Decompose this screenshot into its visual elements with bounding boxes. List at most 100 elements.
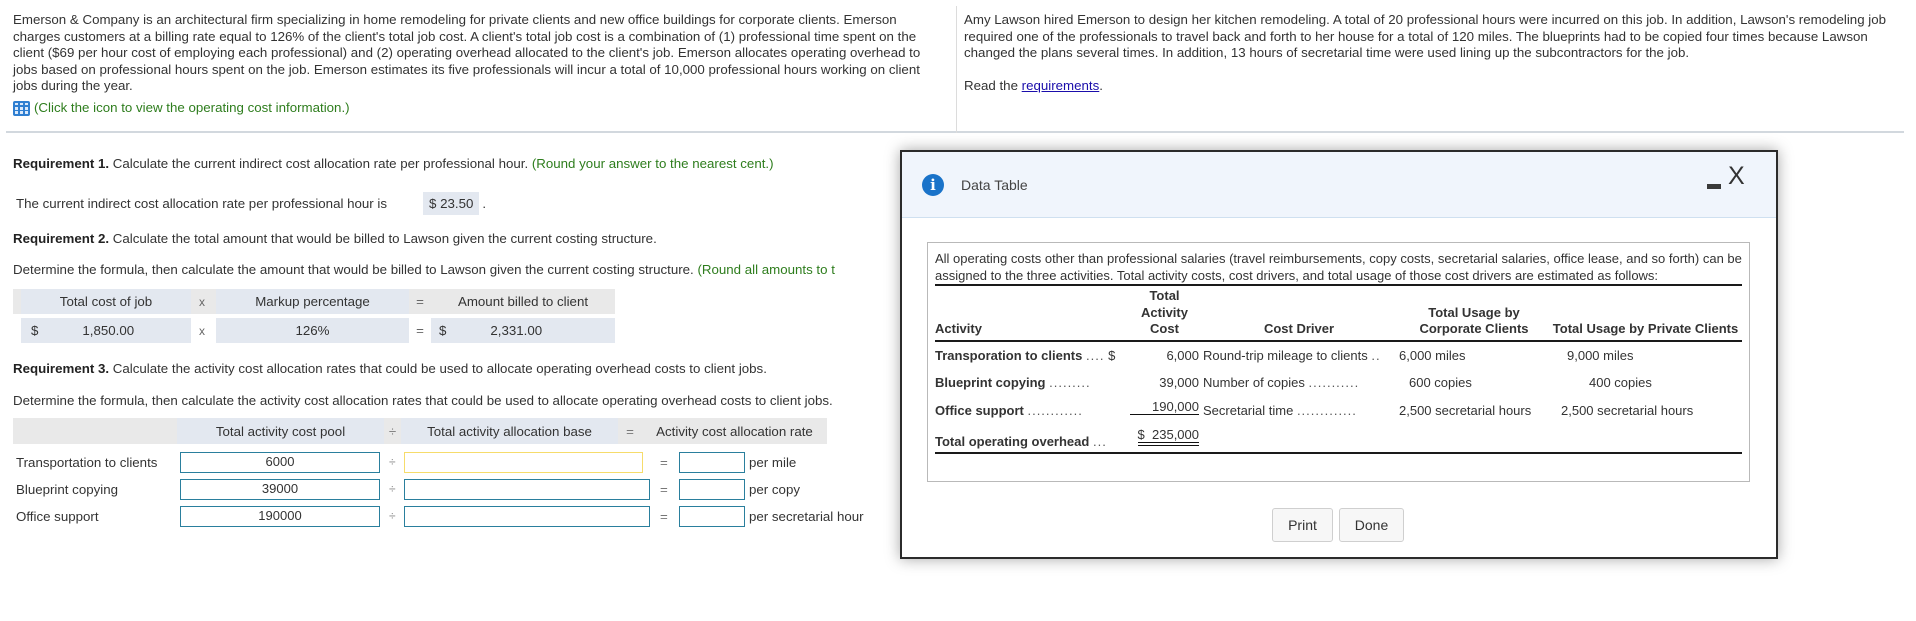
corporate-usage-cell: 6,000 miles [1399,347,1466,363]
activity-cell: Blueprint copying ......... [935,369,1130,397]
allocation-rate-input[interactable] [679,452,745,473]
table-grid-icon[interactable] [13,100,30,116]
amount-billed-input[interactable]: $ 2,331.00 [431,318,615,343]
driver-cell: Number of copies ........... [1199,369,1399,397]
operating-cost-table: Activity Total Activity Cost Cost Driver… [935,284,1742,454]
dialog-header: i Data Table X [902,152,1776,218]
activity-rate-header-row: Total activity cost pool ÷ Total activit… [13,418,827,444]
total-value-double-underlined: $ 235,000 [1137,426,1199,446]
requirement-3-text: Calculate the activity cost allocation r… [109,361,767,376]
answer-period: . [482,196,487,211]
activity-name: Transporation to clients [935,347,1083,363]
activity-label: Office support [16,509,99,524]
read-requirements-line: Read the requirements. [964,78,1894,95]
equals-operator: = [660,455,668,470]
close-button[interactable]: X [1728,162,1745,191]
total-cost-value: 1,850.00 [82,323,135,338]
equals-operator-row: = [416,323,424,338]
leader-dots: ... [1092,433,1107,449]
total-value: 235,000 [1152,426,1199,442]
driver-cell: Secretarial time ............. [1199,397,1399,425]
requirement-1-hint: (Round your answer to the nearest cent.) [531,156,774,171]
header-total-activity-allocation-base: Total activity allocation base [401,418,618,444]
lawson-text: Amy Lawson hired Emerson to design her k… [964,12,1887,61]
cost-pool-input[interactable]: 6000 [180,452,380,473]
equals-operator-header: = [626,423,634,439]
leader-dots: .. [1371,347,1381,363]
done-button[interactable]: Done [1339,508,1404,542]
divide-operator: ÷ [389,482,396,496]
allocation-base-input[interactable] [404,506,650,527]
requirement-1-text: Calculate the current indirect cost allo… [109,156,532,171]
total-cost-input[interactable]: $ 1,850.00 [21,318,191,343]
table-row: Blueprint copying ......... 39,000 Numbe… [935,369,1742,397]
rate-unit: per copy [749,482,800,497]
indirect-rate-answer[interactable]: $ 23.50 [423,192,480,215]
driver-name: Secretarial time [1203,403,1294,418]
activity-cell: Transporation to clients .... $ [935,341,1130,369]
requirement-1-label: Requirement 1. [13,156,110,171]
table-total-row: Total operating overhead ... $ 235,000 [935,425,1742,453]
operating-cost-info-text[interactable]: (Click the icon to view the operating co… [34,100,350,117]
problem-panel: Emerson & Company is an architectural fi… [6,6,1904,133]
empty-cell [1549,425,1742,453]
activity-label: Blueprint copying [16,482,119,497]
allocation-base-input[interactable] [404,479,650,500]
markup-percentage-input[interactable]: 126% [216,318,409,343]
driver-name: Round-trip mileage to clients [1203,347,1368,363]
private-usage-cell: 400 copies [1589,375,1652,390]
col-cost-driver: Cost Driver [1263,321,1335,336]
table-row: Transporation to clients .... $ 6,000 Ro… [935,341,1742,369]
total-label: Total operating overhead [935,433,1090,449]
divide-operator: ÷ [389,455,396,469]
activity-cell: Office support ............ [935,397,1130,425]
minimize-button[interactable] [1707,184,1721,189]
requirement-3-heading: Requirement 3. Calculate the activity co… [13,361,767,376]
dialog-title: Data Table [961,177,1028,193]
data-table-dialog: i Data Table X All operating costs other… [900,150,1778,559]
operating-cost-info-link[interactable]: (Click the icon to view the operating co… [13,100,943,117]
billing-formula-table: Total cost of job x Markup percentage = … [13,289,615,349]
leader-dots: .... [1085,347,1105,363]
allocation-base-input[interactable] [404,452,643,473]
requirement-2-instructions: Determine the formula, then calculate th… [13,262,835,277]
cost-pool-input[interactable]: 39000 [180,479,380,500]
requirements-link[interactable]: requirements [1022,78,1100,93]
cost-pool-input[interactable]: 190000 [180,506,380,527]
total-value-cell: $ 235,000 [1130,425,1199,453]
cost-currency-symbol: $ [31,323,39,338]
read-suffix: . [1099,77,1103,93]
multiply-operator: x [199,294,205,309]
operating-cost-data-box: All operating costs other than professio… [927,242,1750,482]
multiply-operator-row: x [199,323,205,338]
total-label-cell: Total operating overhead ... [935,425,1130,453]
currency-symbol: $ [1108,347,1116,363]
activity-row-office-support: Office support 190000 ÷ = per secretaria… [0,505,900,529]
activity-row-blueprint: Blueprint copying 39000 ÷ = per copy [0,478,900,502]
header-markup-percentage: Markup percentage [216,289,409,314]
info-icon: i [922,174,944,196]
rate-unit: per secretarial hour [749,509,864,524]
cost-value-underlined: 190,000 [1130,399,1199,415]
leader-dots: ............ [1027,403,1083,418]
cost-cell: 39,000 [1159,375,1199,390]
corporate-usage-cell: 2,500 secretarial hours [1399,403,1532,418]
leader-dots: ......... [1049,375,1091,390]
print-button[interactable]: Print [1272,508,1333,542]
billed-currency-symbol: $ [439,323,447,338]
activity-label: Transportation to clients [16,455,158,470]
driver-cell: Round-trip mileage to clients .. [1199,341,1399,369]
col-total-activity-cost: Total Activity Cost [1141,288,1188,336]
read-prefix: Read the [964,77,1022,93]
leader-dots: ............. [1296,403,1357,418]
amount-billed-value: 2,331.00 [490,323,543,338]
header-total-cost-of-job: Total cost of job [21,289,191,314]
requirement-2-hint: (Round all amounts to t [697,262,835,277]
header-activity-cost-allocation-rate: Activity cost allocation rate [656,423,813,439]
allocation-rate-input[interactable] [679,506,745,527]
col-usage-private: Total Usage by Private Clients [1552,321,1739,336]
table-header-row: Activity Total Activity Cost Cost Driver… [935,285,1742,341]
divide-operator-header: ÷ [388,423,397,439]
cost-cell: 6,000 [1166,347,1199,363]
allocation-rate-input[interactable] [679,479,745,500]
